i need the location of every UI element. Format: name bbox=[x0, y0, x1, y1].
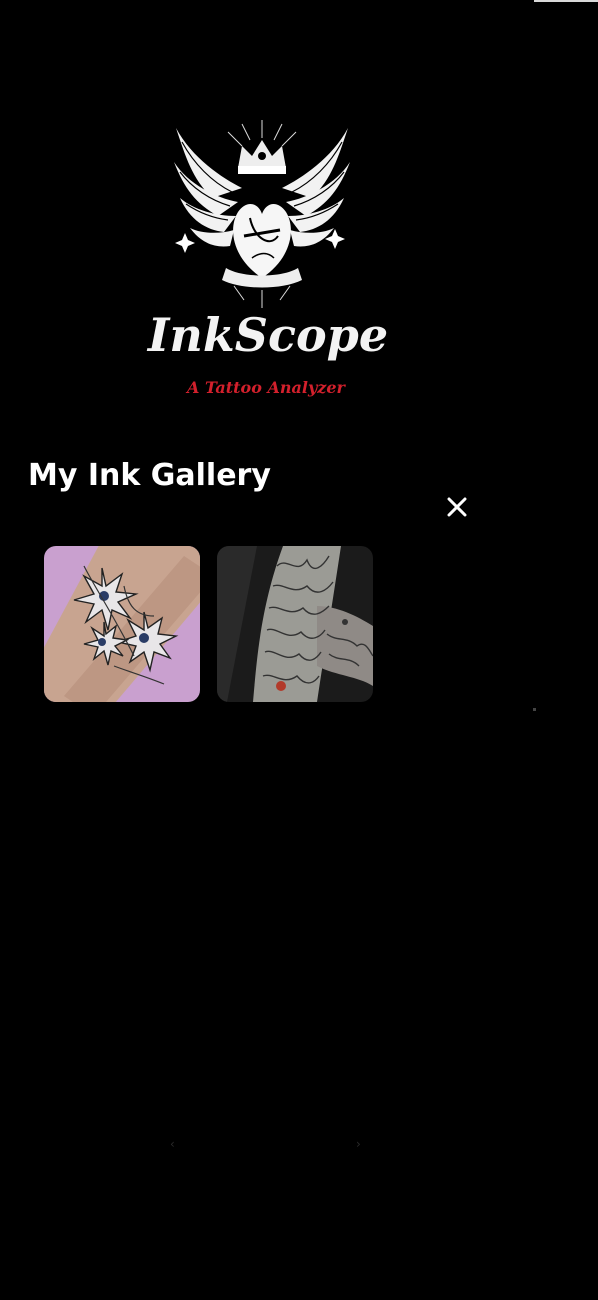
gallery-thumbnail-2[interactable] bbox=[217, 546, 373, 702]
gallery-thumbnail-1[interactable] bbox=[44, 546, 200, 702]
tattoo-sleeve-arm-photo-icon bbox=[217, 546, 373, 702]
decorative-dot bbox=[533, 708, 536, 711]
gallery-title: My Ink Gallery bbox=[28, 458, 271, 493]
close-button[interactable] bbox=[444, 494, 470, 520]
prev-page-button[interactable]: ‹ bbox=[170, 1137, 175, 1151]
next-page-button[interactable]: › bbox=[356, 1137, 361, 1151]
tattoo-lily-flowers-photo-icon bbox=[44, 546, 200, 702]
close-icon bbox=[447, 497, 467, 517]
app-subtitle: A Tattoo Analyzer bbox=[187, 378, 345, 397]
status-indicator bbox=[534, 0, 598, 2]
winged-heart-logo-icon bbox=[172, 118, 352, 310]
app-title: InkScope bbox=[147, 308, 389, 362]
